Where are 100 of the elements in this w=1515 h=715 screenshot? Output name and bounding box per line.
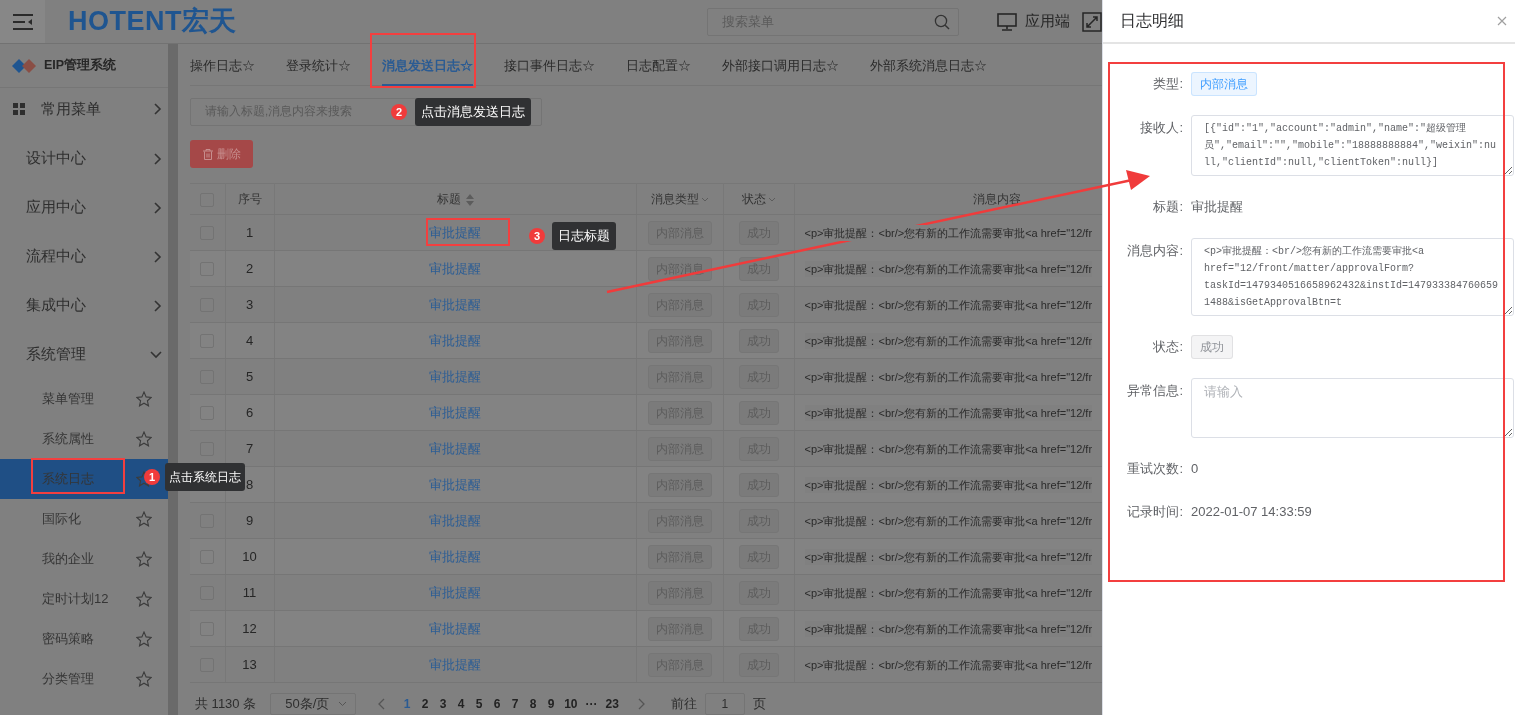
page-number[interactable]: 6	[492, 695, 503, 713]
title-link[interactable]: 审批提醒	[429, 621, 481, 636]
page-number[interactable]: 5	[474, 695, 485, 713]
sort-icon[interactable]	[465, 193, 474, 206]
field-label: 记录时间:	[1126, 503, 1183, 522]
delete-button[interactable]: 删除	[190, 140, 253, 168]
title-link[interactable]: 审批提醒	[429, 477, 481, 492]
table-cell: <p>审批提醒：<br/>您有新的工作流需要审批<a href="12/fr	[804, 512, 1093, 530]
logo-icon	[12, 58, 36, 73]
table-cell: <p>审批提醒：<br/>您有新的工作流需要审批<a href="12/fr	[804, 548, 1093, 566]
page-number[interactable]: 7	[510, 695, 521, 713]
drawer-title: 日志明细	[1120, 11, 1184, 31]
table-cell: 1	[245, 224, 254, 240]
sidebar-item[interactable]: 设计中心	[0, 134, 168, 183]
sidebar-item[interactable]: 流程中心	[0, 232, 168, 281]
page-number[interactable]: 2	[420, 695, 431, 713]
filter-caret-icon[interactable]	[767, 196, 776, 203]
next-page-icon[interactable]	[636, 698, 645, 710]
text-area[interactable]: <p>审批提醒：<br/>您有新的工作流需要审批<a href="12/front/matter/approvalForm?taskId=1479340516658962432&instId=1479333847606591488&isGetApprovalBtn=t	[1191, 238, 1514, 316]
logo: HOTENT宏天	[68, 5, 237, 39]
tab[interactable]: 外部接口调用日志☆	[722, 44, 839, 86]
table-cell: <p>审批提醒：<br/>您有新的工作流需要审批<a href="12/fr	[804, 296, 1093, 314]
prev-page-icon[interactable]	[378, 698, 387, 710]
monitor-icon[interactable]	[997, 12, 1017, 31]
value-tag: 内部消息	[1191, 72, 1257, 96]
page-number[interactable]: 8	[528, 695, 539, 713]
title-link[interactable]: 审批提醒	[429, 333, 481, 348]
tab[interactable]: 接口事件日志☆	[504, 44, 595, 86]
star-icon[interactable]	[136, 551, 152, 567]
field-label: 状态:	[1152, 338, 1183, 357]
text-area[interactable]: 请输入	[1191, 378, 1514, 438]
table-cell: 3	[245, 296, 254, 312]
field-label: 接收人:	[1139, 119, 1183, 137]
table-cell: 6	[245, 404, 254, 420]
table-cell: 12	[242, 620, 257, 636]
star-icon[interactable]	[136, 591, 152, 607]
title-link[interactable]: 审批提醒	[429, 549, 481, 564]
table-cell: 2	[245, 260, 254, 276]
tab[interactable]: 登录统计☆	[286, 44, 351, 86]
sidebar-subitem[interactable]: 菜单管理	[0, 379, 168, 419]
menu-icon[interactable]	[11, 12, 34, 31]
table-cell: <p>审批提醒：<br/>您有新的工作流需要审批<a href="12/fr	[804, 656, 1093, 674]
goto-label: 前往	[670, 695, 697, 714]
field-value: 审批提醒	[1191, 198, 1243, 217]
table-cell: 13	[242, 656, 257, 672]
sidebar-subitem[interactable]: 系统属性	[0, 419, 168, 459]
sidebar-subitem[interactable]: 国际化	[0, 499, 168, 539]
text-area[interactable]: [{"id":"1","account":"admin","name":"超级管理员","email":"","mobile":"18888888884","weixin":null,"clientId":null,"clientToken":null}]	[1191, 115, 1514, 176]
field-value: 0	[1191, 460, 1199, 479]
table-cell: 9	[245, 512, 254, 528]
table-cell: 8	[245, 476, 254, 492]
page-input[interactable]: 1	[704, 693, 745, 715]
table-cell: <p>审批提醒：<br/>您有新的工作流需要审批<a href="12/fr	[804, 260, 1093, 278]
table-cell: 11	[242, 584, 257, 600]
page-number[interactable]: 3	[438, 695, 449, 713]
sidebar-subitem[interactable]: 定时计划12	[0, 579, 168, 619]
search-icon[interactable]	[934, 13, 950, 30]
total-count: 共 1130 条	[195, 695, 257, 714]
star-icon[interactable]	[136, 391, 152, 407]
sidebar-item[interactable]: 集成中心	[0, 281, 168, 330]
tab[interactable]: 消息发送日志☆	[382, 44, 473, 86]
sidebar-item[interactable]: 应用中心	[0, 183, 168, 232]
tab[interactable]: 操作日志☆	[190, 44, 255, 86]
field-label: 异常信息:	[1126, 382, 1183, 400]
column-header: 序号	[237, 192, 262, 206]
sidebar-subitem[interactable]: 我的企业	[0, 539, 168, 579]
caret-icon	[338, 701, 348, 707]
page-ellipsis[interactable]: ···	[585, 695, 598, 713]
star-icon[interactable]	[136, 511, 152, 527]
sidebar-subitem[interactable]: 分类管理	[0, 659, 168, 699]
app-switch-link[interactable]: 应用端	[1025, 10, 1070, 33]
page-number[interactable]: 23	[605, 695, 619, 713]
page-number[interactable]: 9	[546, 695, 557, 713]
column-header: 消息内容	[973, 192, 1021, 206]
tooltip: 日志标题	[552, 222, 616, 250]
page-number[interactable]: 10	[564, 695, 578, 713]
tooltip: 点击消息发送日志	[415, 98, 531, 126]
tab[interactable]: 日志配置☆	[626, 44, 691, 86]
close-icon[interactable]	[1497, 16, 1507, 26]
table-cell: <p>审批提醒：<br/>您有新的工作流需要审批<a href="12/fr	[804, 476, 1093, 494]
table-cell: 4	[245, 332, 254, 348]
star-icon[interactable]	[136, 671, 152, 687]
field-label: 重试次数:	[1126, 460, 1183, 479]
tab[interactable]: 外部系统消息日志☆	[870, 44, 987, 86]
field-label: 标题:	[1152, 198, 1183, 217]
title-link[interactable]: 审批提醒	[429, 405, 481, 420]
page-size-select[interactable]: 50条/页	[270, 693, 357, 715]
fullscreen-icon[interactable]	[1082, 11, 1102, 32]
filter-caret-icon[interactable]	[700, 196, 709, 203]
sidebar-subitem[interactable]: 密码策略	[0, 619, 168, 659]
title-link[interactable]: 审批提醒	[429, 261, 481, 276]
page-number[interactable]: 4	[456, 695, 467, 713]
sidebar-item[interactable]: 常用菜单	[0, 88, 168, 130]
column-header: 标题	[436, 192, 461, 206]
value-tag: 成功	[1191, 335, 1233, 359]
table-cell: 7	[245, 440, 254, 456]
star-icon[interactable]	[136, 631, 152, 647]
sidebar-item[interactable]: 系统管理	[0, 330, 168, 379]
star-icon[interactable]	[136, 431, 152, 447]
page-suffix: 页	[752, 695, 766, 714]
